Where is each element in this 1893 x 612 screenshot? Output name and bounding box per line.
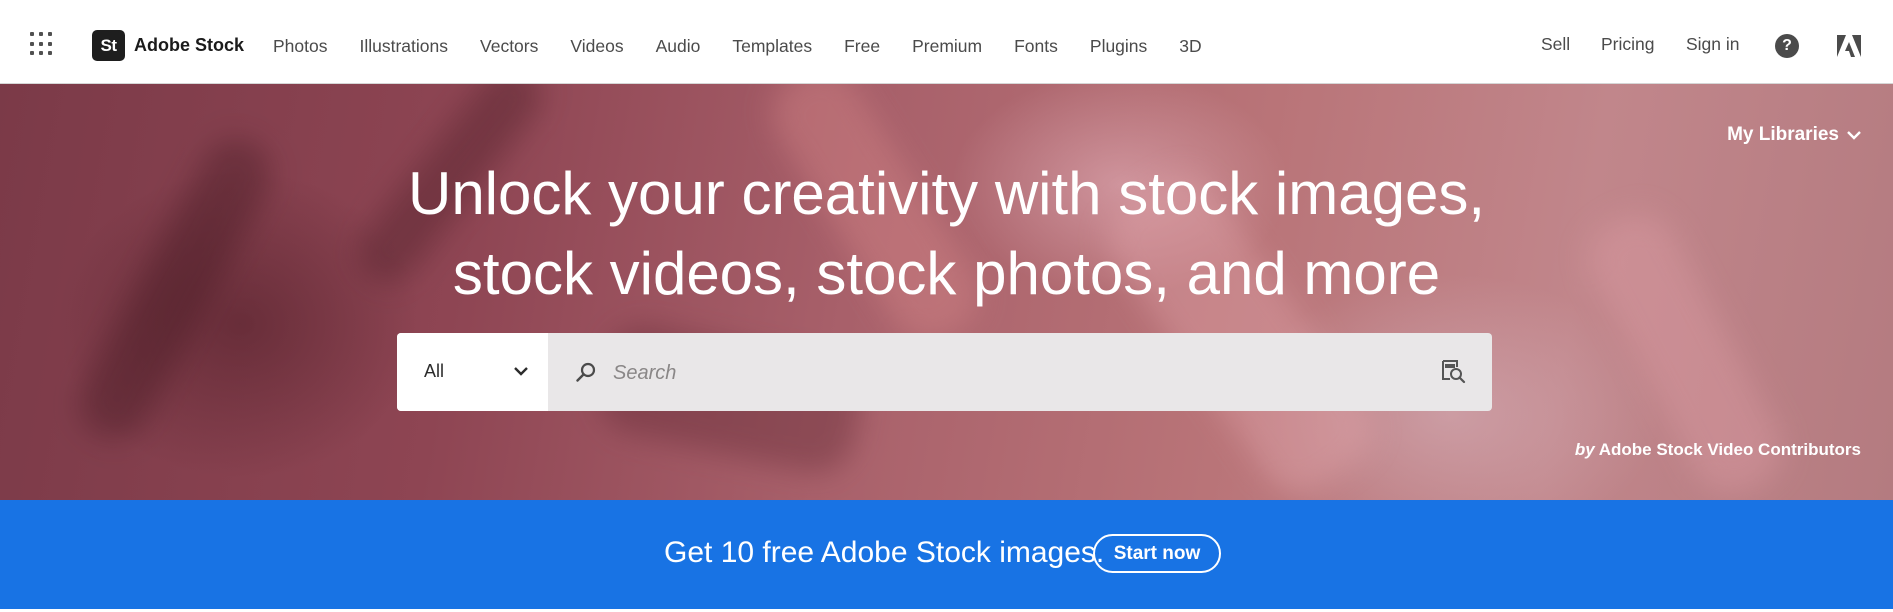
hero-title: Unlock your creativity with stock images… (0, 154, 1893, 314)
category-menu: Photos Illustrations Vectors Videos Audi… (273, 36, 1234, 57)
search-input[interactable] (611, 353, 1415, 393)
visual-search-icon[interactable] (1440, 358, 1466, 384)
app-switcher-icon[interactable] (30, 32, 54, 56)
image-credit: by Adobe Stock Video Contributors (1575, 440, 1861, 460)
search-icon (576, 362, 596, 382)
nav-illustrations[interactable]: Illustrations (359, 36, 448, 57)
brand-name: Adobe Stock (134, 35, 245, 55)
nav-free[interactable]: Free (844, 36, 880, 57)
chevron-down-icon (1847, 131, 1861, 140)
adobe-logo-icon[interactable] (1837, 35, 1861, 57)
nav-vectors[interactable]: Vectors (480, 36, 538, 57)
hero-title-line2: stock videos, stock photos, and more (452, 240, 1441, 307)
pricing-link[interactable]: Pricing (1601, 34, 1655, 55)
my-libraries-dropdown[interactable]: My Libraries (1727, 124, 1861, 146)
nav-fonts[interactable]: Fonts (1014, 36, 1058, 57)
nav-photos[interactable]: Photos (273, 36, 327, 57)
stock-logo-badge: St (92, 30, 125, 61)
search-scope-select[interactable]: All (397, 333, 548, 411)
sell-link[interactable]: Sell (1541, 34, 1570, 55)
sign-in-link[interactable]: Sign in (1686, 34, 1740, 55)
help-glyph: ? (1782, 37, 1792, 54)
start-now-button[interactable]: Start now (1093, 534, 1221, 573)
adobe-stock-logo[interactable]: St Adobe Stock (92, 30, 244, 61)
nav-audio[interactable]: Audio (656, 36, 701, 57)
search-scope-value: All (424, 361, 445, 381)
help-icon[interactable]: ? (1775, 34, 1799, 58)
promo-text: Get 10 free Adobe Stock images. (664, 536, 1105, 569)
nav-3d[interactable]: 3D (1179, 36, 1201, 57)
nav-videos[interactable]: Videos (570, 36, 623, 57)
nav-plugins[interactable]: Plugins (1090, 36, 1147, 57)
hero-title-line1: Unlock your creativity with stock images… (407, 160, 1485, 227)
search-bar: All (397, 333, 1492, 411)
my-libraries-label: My Libraries (1727, 124, 1839, 145)
promo-banner: Get 10 free Adobe Stock images. Start no… (0, 500, 1893, 609)
hero-banner: My Libraries Unlock your creativity with… (0, 84, 1893, 500)
credit-by: by (1574, 440, 1595, 459)
chevron-down-icon (514, 367, 528, 376)
top-navigation: St Adobe Stock Photos Illustrations Vect… (0, 6, 1893, 84)
nav-templates[interactable]: Templates (732, 36, 812, 57)
credit-name: Adobe Stock Video Contributors (1598, 440, 1861, 459)
nav-premium[interactable]: Premium (912, 36, 982, 57)
